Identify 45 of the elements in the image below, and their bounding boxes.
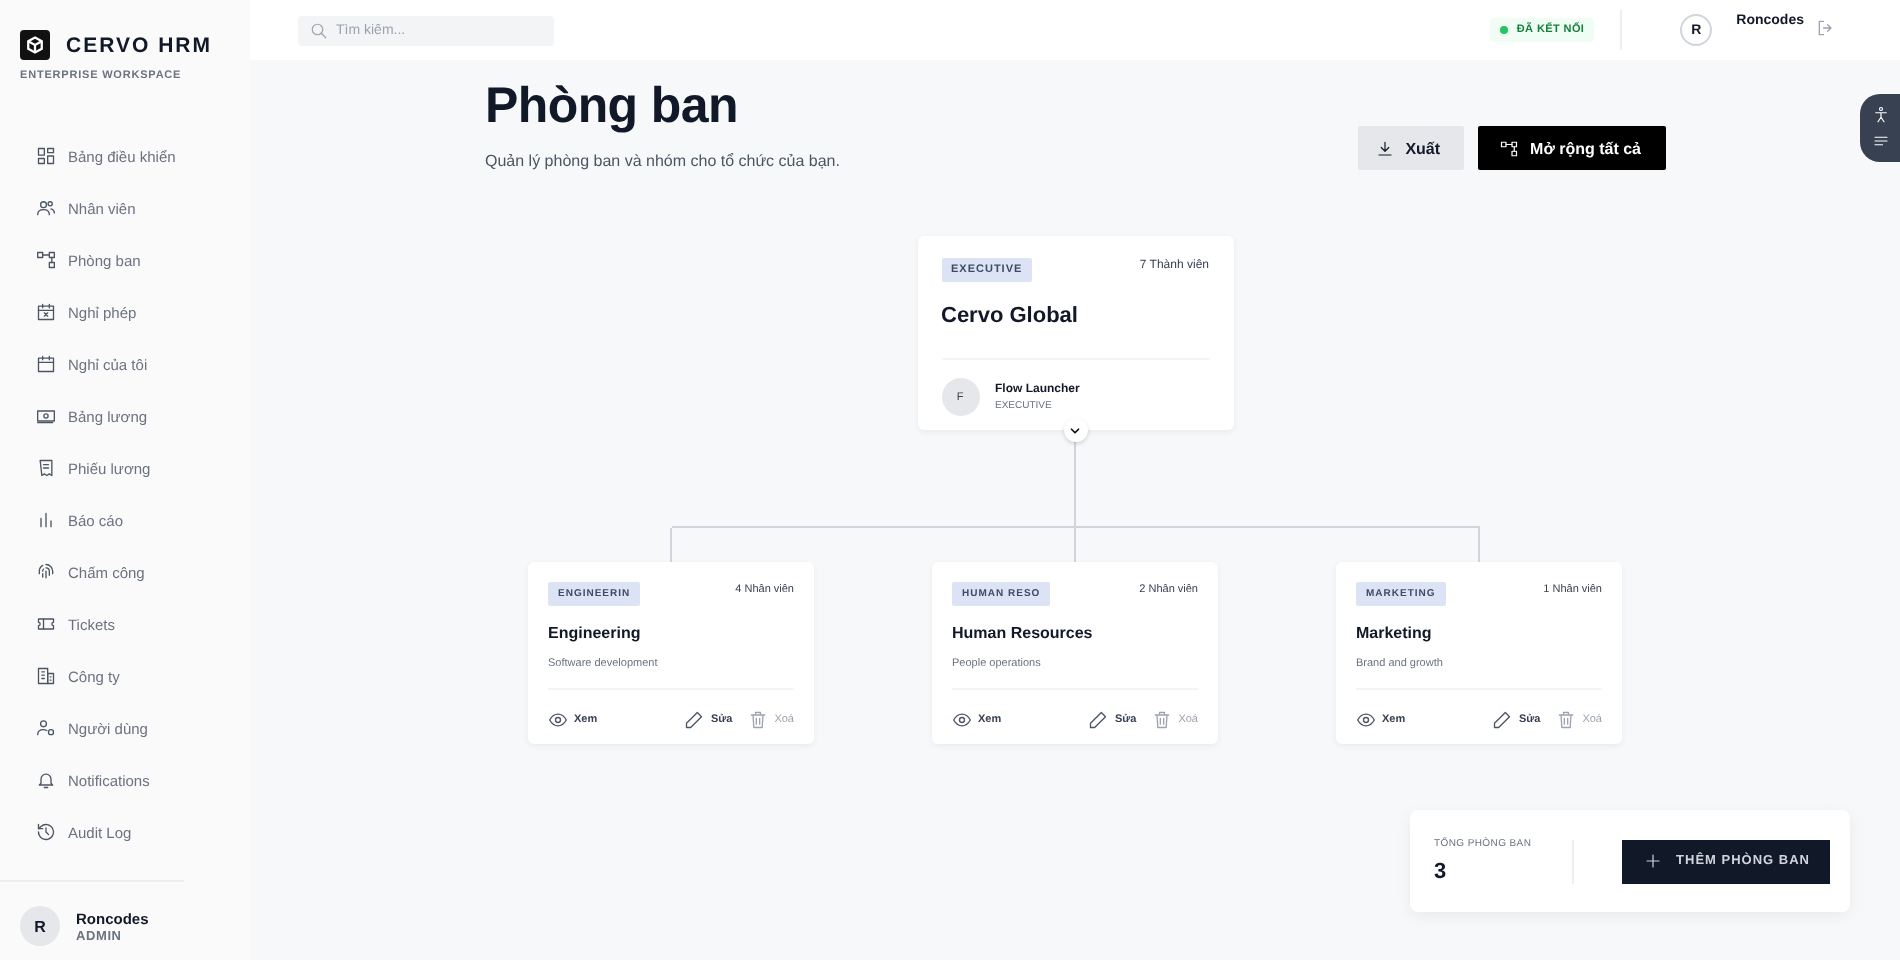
- eye-icon: [1356, 710, 1376, 730]
- building-icon: [36, 666, 56, 686]
- history-icon: [36, 822, 56, 842]
- lines-icon: [1871, 132, 1889, 150]
- users-icon: [36, 198, 56, 218]
- department-name: Human Resources: [952, 624, 1095, 642]
- calendar-icon: [36, 354, 56, 374]
- trash-icon: [748, 710, 769, 730]
- user-avatar: R: [20, 906, 60, 946]
- user-gear-icon: [36, 718, 56, 738]
- plus-icon: [1644, 852, 1663, 870]
- trash-icon: [1152, 710, 1173, 730]
- grid-icon: [36, 146, 56, 166]
- bell-icon: [36, 770, 56, 790]
- banknote-icon: [36, 406, 56, 426]
- calendar-x-icon: [36, 302, 56, 322]
- download-icon: [1375, 139, 1394, 157]
- fingerprint-icon: [36, 562, 56, 582]
- ticket-icon: [36, 614, 56, 634]
- eye-icon: [548, 710, 568, 730]
- expand-all-button[interactable]: Mở rộng tất cả: [1478, 126, 1665, 170]
- hierarchy-icon: [1500, 139, 1519, 157]
- export-button[interactable]: Xuất: [1357, 126, 1465, 170]
- organization-name: Cervo Global: [941, 304, 1209, 360]
- trash-icon: [1556, 710, 1577, 730]
- page-subtitle: Quản lý phòng ban và nhóm cho tổ chức của bạn.: [485, 152, 840, 170]
- bar-chart-icon: [36, 510, 56, 530]
- person-icon: [1871, 106, 1889, 124]
- logout-icon: [1816, 18, 1836, 38]
- pencil-icon: [1492, 710, 1513, 730]
- department-name: Marketing: [1356, 624, 1434, 642]
- hierarchy-icon: [36, 250, 56, 270]
- brand-name: CERVO HRM: [66, 33, 212, 57]
- search-icon: [310, 21, 328, 39]
- eye-icon: [952, 710, 972, 730]
- status-dot-icon: [1500, 26, 1509, 34]
- department-name: Engineering: [548, 624, 643, 642]
- pencil-icon: [684, 710, 705, 730]
- chevron-down-icon: [1068, 423, 1082, 437]
- accessibility-widget[interactable]: [1860, 94, 1900, 162]
- page-title: Phòng ban: [485, 78, 740, 136]
- receipt-icon: [36, 458, 56, 478]
- pencil-icon: [1088, 710, 1109, 730]
- summary-value: 3: [1434, 860, 1449, 884]
- cube-logo-icon: [20, 30, 50, 60]
